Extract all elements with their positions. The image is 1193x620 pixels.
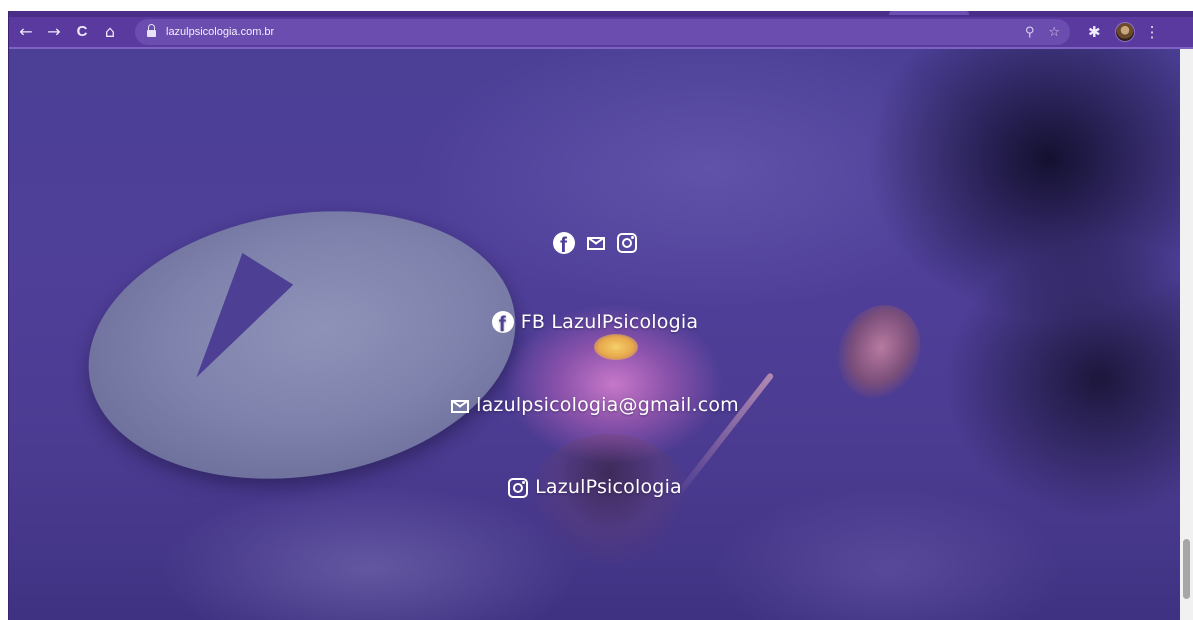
email-link[interactable]: lazulpsicologia@gmail.com bbox=[9, 394, 1181, 416]
instagram-icon bbox=[508, 478, 529, 498]
home-button[interactable]: ⌂ bbox=[99, 21, 121, 43]
email-icon[interactable] bbox=[587, 237, 605, 250]
tab-strip bbox=[889, 11, 969, 15]
page-scrollbar[interactable] bbox=[1180, 49, 1193, 620]
facebook-link-label: FB LazulPsicologia bbox=[520, 311, 699, 333]
facebook-icon[interactable]: f bbox=[553, 232, 575, 254]
facebook-link[interactable]: f FB LazulPsicologia bbox=[9, 311, 1181, 333]
lock-icon bbox=[147, 24, 156, 37]
bookmark-star-icon[interactable]: ☆ bbox=[1048, 25, 1060, 40]
profile-avatar[interactable] bbox=[1114, 22, 1135, 42]
contact-section: f f FB LazulPsicologia lazulpsicologia@g… bbox=[9, 49, 1181, 620]
social-icons-row: f bbox=[9, 232, 1181, 254]
reload-button[interactable]: C bbox=[71, 21, 93, 43]
facebook-icon: f bbox=[491, 311, 514, 333]
instagram-link-label: LazulPsicologia bbox=[535, 476, 682, 498]
scrollbar-thumb[interactable] bbox=[1183, 539, 1190, 599]
instagram-link[interactable]: LazulPsicologia bbox=[9, 476, 1181, 498]
url-text: lazulpsicologia.com.br bbox=[166, 26, 275, 38]
zoom-icon[interactable]: ⚲ bbox=[1025, 25, 1035, 40]
email-icon bbox=[451, 399, 470, 413]
browser-toolbar: ← → C ⌂ lazulpsicologia.com.br ⚲ ☆ ✱ ⋮ bbox=[9, 11, 1193, 49]
browser-window: ← → C ⌂ lazulpsicologia.com.br ⚲ ☆ ✱ ⋮ f… bbox=[8, 11, 1193, 620]
back-button[interactable]: ← bbox=[15, 21, 37, 43]
page-viewport: f f FB LazulPsicologia lazulpsicologia@g… bbox=[9, 49, 1181, 620]
browser-menu-icon[interactable]: ⋮ bbox=[1145, 23, 1160, 41]
address-bar[interactable]: lazulpsicologia.com.br ⚲ ☆ bbox=[135, 19, 1070, 45]
email-link-label: lazulpsicologia@gmail.com bbox=[476, 394, 739, 416]
extensions-icon[interactable]: ✱ bbox=[1088, 23, 1101, 41]
forward-button[interactable]: → bbox=[43, 21, 65, 43]
instagram-icon[interactable] bbox=[617, 233, 637, 253]
